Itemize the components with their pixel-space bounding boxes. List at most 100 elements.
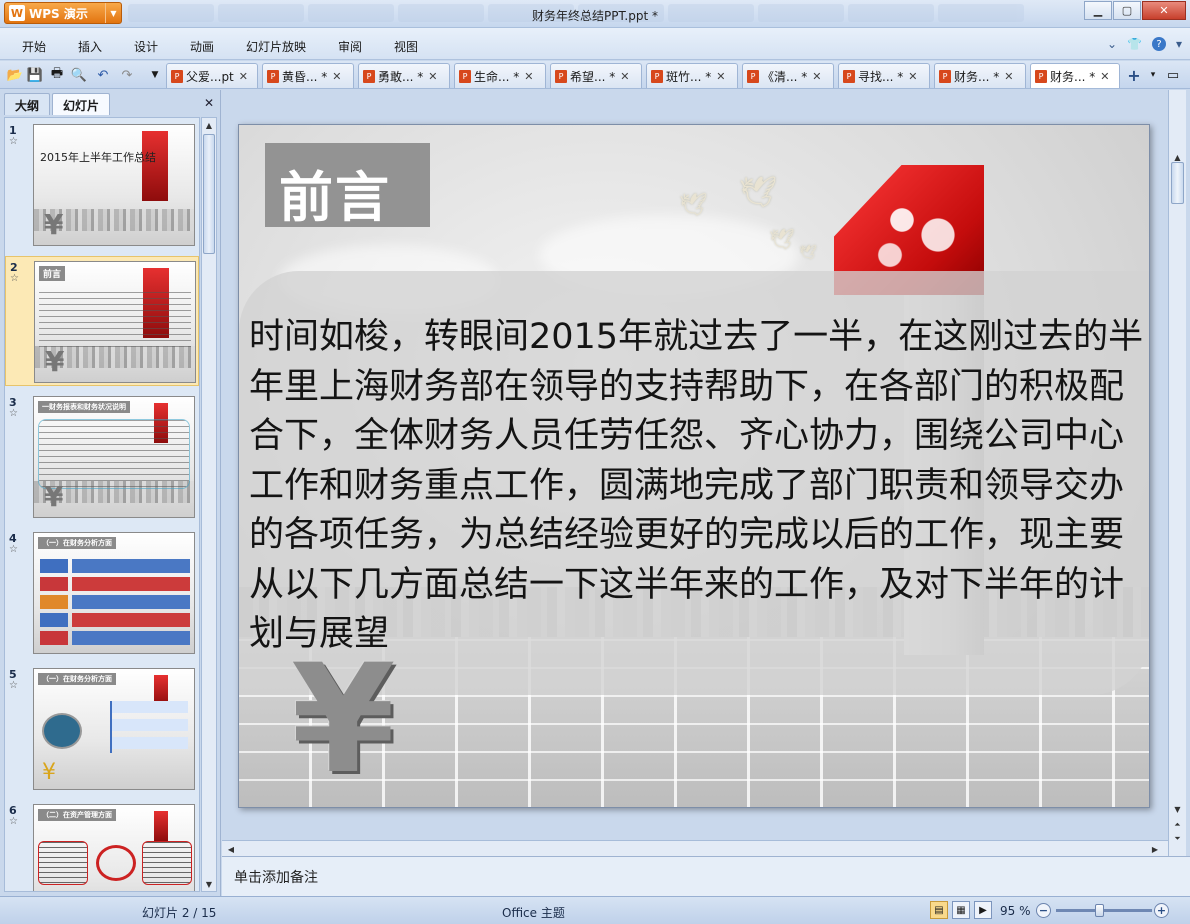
thumb-color-bars [72,559,190,645]
slide-body-text[interactable]: 时间如梭，转眼间2015年就过去了一半，在这刚过去的半年里上海财务部在领导的支持… [249,313,1145,660]
ribbon-menu: 开始 插入 设计 动画 幻灯片放映 审阅 视图 ⌄ 👕 ? ▾ [0,28,1190,60]
close-icon[interactable]: ✕ [332,70,341,83]
ppt-file-icon: P [939,69,951,83]
title-bar: W WPS 演示 ▼ 财务年终总结PPT.ppt * ▁ ▢ ✕ [0,0,1190,28]
slide-thumbnail-3[interactable]: 3 ☆ 一财务报表和财务状况说明 ¥ [5,392,199,522]
doc-tab-label: 财务... * [954,69,1000,84]
tab-slides[interactable]: 幻灯片 [52,93,111,115]
previous-slide-icon[interactable]: ⏶ [1169,818,1186,832]
scroll-down-icon[interactable]: ▼ [202,877,216,891]
doc-tab-3[interactable]: P 勇敢... * ✕ [358,63,450,88]
pane-tabs: 大纲 幻灯片 [4,93,111,115]
new-tab-plus-icon[interactable]: + [1124,65,1144,85]
scroll-handle[interactable] [203,134,215,254]
window-controls: ▁ ▢ ✕ [1084,1,1186,20]
slideshow-view-icon[interactable]: ▶ [974,901,992,919]
next-slide-icon[interactable]: ⏷ [1169,832,1186,846]
doc-tab-6[interactable]: P 斑竹... * ✕ [646,63,738,88]
yen-icon: ¥ [45,345,65,378]
menu-insert[interactable]: 插入 [78,38,102,55]
scroll-down-icon[interactable]: ▼ [1169,802,1186,816]
doc-tab-2[interactable]: P 黄昏... * ✕ [262,63,354,88]
thumb-preview: 一财务报表和财务状况说明 ¥ [33,396,195,518]
menu-design[interactable]: 设计 [134,38,158,55]
tab-outline[interactable]: 大纲 [4,93,51,115]
close-icon[interactable]: ✕ [239,70,248,83]
slide-sorter-view-icon[interactable]: ▦ [952,901,970,919]
red-one-graphic [142,131,168,201]
close-icon[interactable]: ✕ [1004,70,1013,83]
close-icon[interactable]: ✕ [716,70,725,83]
zoom-slider-handle[interactable] [1095,904,1104,917]
tab-list-dropdown-icon[interactable]: ▾ [1144,66,1162,84]
menu-slideshow[interactable]: 幻灯片放映 [246,38,306,55]
minimize-button[interactable]: ▁ [1084,1,1112,20]
save-icon[interactable]: 💾 [26,66,44,84]
zoom-slider-track[interactable] [1056,909,1152,912]
doc-tab-8[interactable]: P 寻找... * ✕ [838,63,930,88]
normal-view-icon[interactable]: ▤ [930,901,948,919]
help-icon[interactable]: ? [1151,37,1166,51]
open-folder-icon[interactable]: 📂 [6,66,24,84]
skin-icon[interactable]: 👕 [1127,37,1142,51]
print-preview-icon[interactable]: 🔍 [70,66,88,84]
menu-animation[interactable]: 动画 [190,38,214,55]
collapse-ribbon-icon[interactable]: ⌄ [1107,37,1117,51]
slide-thumbnail-6[interactable]: 6 ☆ （二）在资产管理方面 [5,800,199,891]
close-icon[interactable]: ✕ [204,96,214,110]
ppt-file-icon: P [1035,69,1047,83]
menu-review[interactable]: 审阅 [338,38,362,55]
print-icon[interactable]: 🖶 [48,66,66,84]
thumb-color-blocks [40,559,68,645]
zoom-out-icon[interactable]: − [1036,903,1051,918]
scroll-handle[interactable] [1171,162,1184,204]
thumb-title: （一）在财务分析方面 [38,673,116,685]
thumb-preview: （一）在财务分析方面 [33,532,195,654]
slide-vertical-scrollbar[interactable]: ▲ ▼ ⏶ ⏷ [1168,90,1186,856]
doc-tab-4[interactable]: P 生命... * ✕ [454,63,546,88]
undo-icon[interactable]: ↶ [94,66,112,84]
doc-tab-5[interactable]: P 希望... * ✕ [550,63,642,88]
close-icon[interactable]: ✕ [908,70,917,83]
window-layout-icon[interactable]: ▭ [1164,66,1182,84]
customize-toolbar-icon[interactable]: ▼ [146,66,164,84]
close-icon[interactable]: ✕ [524,70,533,83]
scroll-up-icon[interactable]: ▲ [202,118,216,132]
notes-placeholder: 单击添加备注 [234,870,318,886]
doc-tab-9[interactable]: P 财务... * ✕ [934,63,1026,88]
slide-thumbnail-1[interactable]: 1 ☆ 2015年上半年工作总结 ¥ [5,120,199,250]
doc-tab-label: 希望... * [570,69,616,84]
menu-view[interactable]: 视图 [394,38,418,55]
slide-thumbnail-4[interactable]: 4 ☆ （一）在财务分析方面 [5,528,199,658]
thumbnail-scrollbar[interactable]: ▲ ▼ [201,117,217,892]
doc-tab-label: 父爱...pt [186,69,234,84]
doc-tab-7[interactable]: P 《清... * ✕ [742,63,834,88]
scroll-left-icon[interactable]: ◀ [224,842,238,856]
maximize-button[interactable]: ▢ [1113,1,1141,20]
thumb-box-left [38,841,88,885]
theme-name[interactable]: Office 主题 [502,904,565,921]
chevron-down-icon[interactable]: ▾ [1176,37,1182,51]
ppt-file-icon: P [843,69,855,83]
slide-heading[interactable]: 前言 [279,153,391,232]
slide-thumbnail-2[interactable]: 2 ☆ 前言 ¥ [5,256,199,386]
doc-tab-active[interactable]: P 财务... * ✕ [1030,63,1120,88]
redo-icon[interactable]: ↷ [118,66,136,84]
doc-tab-1[interactable]: P 父爱...pt ✕ [166,63,258,88]
slide-horizontal-scrollbar[interactable]: ◀ ▶ [222,840,1168,856]
current-slide[interactable]: 🕊 🕊 🕊 🕊 前言 时间如梭，转眼间2015年就过去了一半，在这刚过去的半年里… [238,124,1150,808]
close-icon[interactable]: ✕ [620,70,629,83]
close-icon[interactable]: ✕ [1100,70,1109,83]
document-tab-bar: 📂 💾 🖶 🔍 ↶ ↷ ▼ P 父爱...pt ✕ P 黄昏... * ✕ P 勇敢...… [0,61,1190,89]
close-icon[interactable]: ✕ [812,70,821,83]
zoom-in-icon[interactable]: + [1154,903,1169,918]
animation-star-icon: ☆ [9,408,18,419]
slide-thumbnail-5[interactable]: 5 ☆ （一）在财务分析方面 ¥ [5,664,199,794]
menu-home[interactable]: 开始 [22,38,46,55]
thumb-emblem [96,845,136,881]
notes-pane[interactable]: 单击添加备注 [222,856,1190,896]
close-icon[interactable]: ✕ [428,70,437,83]
thumb-title: （二）在资产管理方面 [38,809,116,821]
scroll-right-icon[interactable]: ▶ [1148,842,1162,856]
close-button[interactable]: ✕ [1142,1,1186,20]
